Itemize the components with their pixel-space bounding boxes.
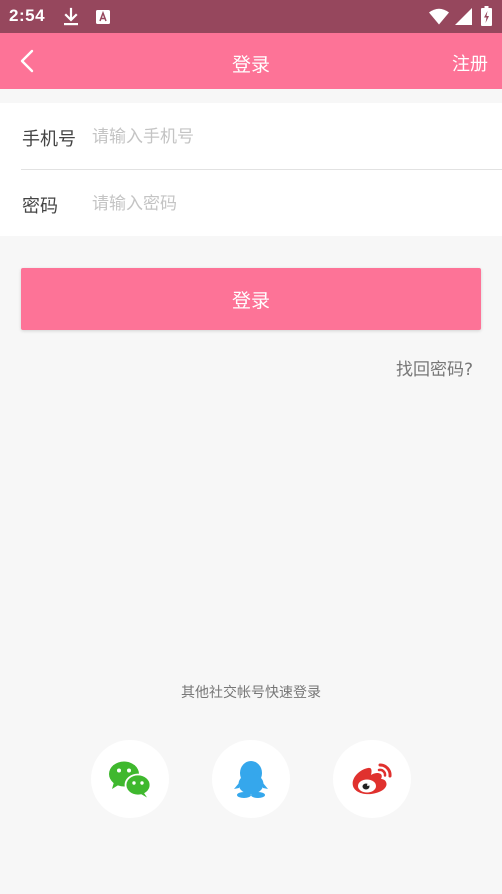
register-link[interactable]: 注册: [452, 50, 488, 76]
text-recognition-icon: [96, 10, 110, 24]
wifi-icon: [429, 8, 449, 25]
weibo-login-button[interactable]: [333, 740, 411, 818]
status-time: 2:54: [9, 6, 46, 25]
phone-input[interactable]: [92, 121, 472, 153]
qq-icon: [234, 761, 268, 798]
weibo-icon: [352, 763, 392, 795]
password-label: 密码: [22, 196, 58, 217]
download-icon: [64, 7, 78, 26]
page-title: 登录: [231, 54, 270, 76]
qq-login-button[interactable]: [212, 740, 290, 818]
signal-icon: [455, 8, 472, 25]
password-row: 密码: [0, 170, 502, 236]
phone-label: 手机号: [22, 129, 76, 150]
wechat-login-button[interactable]: [91, 740, 169, 818]
password-input[interactable]: [92, 188, 472, 220]
social-login-label: 其他社交帐号快速登录: [181, 685, 321, 701]
status-bar: 2:54: [0, 0, 502, 33]
phone-row: 手机号: [0, 103, 502, 170]
forgot-password-link[interactable]: 找回密码?: [396, 355, 473, 380]
app-bar: 登录 注册: [0, 33, 502, 89]
wechat-icon: [109, 761, 152, 798]
battery-charging-icon: [481, 6, 492, 26]
login-button[interactable]: 登录: [21, 268, 481, 330]
login-form: 手机号 密码: [0, 103, 502, 236]
